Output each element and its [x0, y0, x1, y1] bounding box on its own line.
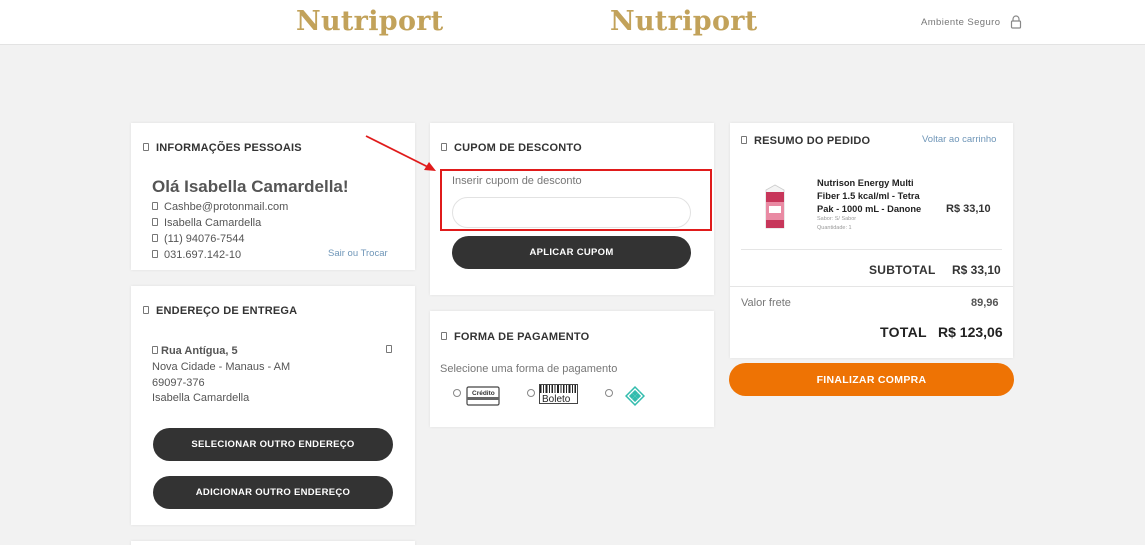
divider: [741, 249, 1002, 250]
pix-icon[interactable]: [624, 385, 646, 407]
credit-card-icon[interactable]: Crédito: [466, 386, 500, 406]
wallet-icon: [441, 332, 447, 340]
order-summary-card: RESUMO DO PEDIDO Voltar ao carrinho Nutr…: [730, 123, 1013, 358]
email-icon: [152, 202, 158, 210]
apply-coupon-button[interactable]: APLICAR CUPOM: [452, 236, 691, 269]
boleto-barcode-icon[interactable]: Boleto: [539, 384, 579, 404]
delivery-address-title: ENDEREÇO DE ENTREGA: [143, 305, 297, 317]
select-other-address-button[interactable]: SELECIONAR OUTRO ENDEREÇO: [153, 428, 393, 461]
pix-radio[interactable]: [605, 389, 613, 397]
top-bar: Nutriport Nutriport Ambiente Seguro: [0, 0, 1145, 45]
switch-account-link[interactable]: Sair ou Trocar: [328, 248, 388, 259]
boleto-radio[interactable]: [527, 389, 535, 397]
edit-address-icon[interactable]: [386, 345, 392, 353]
shipping-label: Valor frete: [741, 297, 791, 309]
id-card-icon: [152, 250, 158, 258]
annotation-arrow-icon: [365, 135, 436, 171]
product-image[interactable]: [762, 184, 788, 230]
secure-environment-label: Ambiente Seguro: [921, 17, 1001, 28]
address-city: Nova Cidade - Manaus - AM: [152, 361, 291, 373]
location-icon: [143, 306, 149, 314]
subtotal-label: SUBTOTAL: [869, 263, 936, 277]
personal-info-title: INFORMAÇÕES PESSOAIS: [143, 142, 302, 154]
address-recipient: Isabella Camardella: [152, 392, 250, 404]
svg-text:Crédito: Crédito: [472, 390, 495, 397]
logo-center[interactable]: Nutriport: [610, 6, 758, 40]
coupon-title: CUPOM DE DESCONTO: [441, 142, 582, 154]
product-name[interactable]: Nutrison Energy Multi Fiber 1.5 kcal/ml …: [817, 177, 937, 216]
user-icon: [152, 218, 158, 226]
phone-icon: [152, 234, 158, 242]
svg-text:Boleto: Boleto: [542, 394, 571, 404]
coupon-highlight-box: [440, 169, 712, 231]
ticket-icon: [441, 143, 447, 151]
payment-label: Selecione uma forma de pagamento: [440, 363, 618, 375]
product-price: R$ 33,10: [946, 203, 991, 215]
address-street: Rua Antígua, 5: [152, 345, 238, 357]
phone-line: (11) 94076-7544: [152, 233, 245, 245]
order-summary-title: RESUMO DO PEDIDO: [741, 135, 870, 147]
location-pin-icon: [152, 346, 158, 354]
delivery-address-card: ENDEREÇO DE ENTREGA Rua Antígua, 5 Nova …: [131, 286, 415, 525]
lock-icon: [1010, 15, 1022, 29]
divider: [730, 286, 1013, 287]
subtotal-value: R$ 33,10: [952, 263, 1001, 277]
back-to-cart-link[interactable]: Voltar ao carrinho: [922, 134, 996, 145]
logo[interactable]: Nutriport: [296, 6, 444, 40]
product-flavor: Sabor: S/ Sabor: [817, 216, 857, 222]
payment-method-title: FORMA DE PAGAMENTO: [441, 331, 589, 343]
greeting: Olá Isabella Camardella!: [152, 177, 349, 196]
add-other-address-button[interactable]: ADICIONAR OUTRO ENDEREÇO: [153, 476, 393, 509]
next-card-partial: [131, 541, 415, 545]
credit-card-radio[interactable]: [453, 389, 461, 397]
product-quantity: Quantidade: 1: [817, 225, 852, 231]
shipping-value: 89,96: [971, 297, 999, 309]
receipt-icon: [741, 136, 747, 144]
total-value: R$ 123,06: [938, 324, 1003, 340]
document-line: 031.697.142-10: [152, 249, 241, 261]
user-icon: [143, 143, 149, 151]
email-line: Cashbe@protonmail.com: [152, 201, 288, 213]
finish-purchase-button[interactable]: FINALIZAR COMPRA: [729, 363, 1014, 396]
scrollbar[interactable]: [1137, 45, 1145, 545]
address-zip: 69097-376: [152, 377, 205, 389]
name-line: Isabella Camardella: [152, 217, 261, 229]
payment-method-card: FORMA DE PAGAMENTO Selecione uma forma d…: [430, 311, 714, 427]
total-label: TOTAL: [880, 324, 927, 340]
